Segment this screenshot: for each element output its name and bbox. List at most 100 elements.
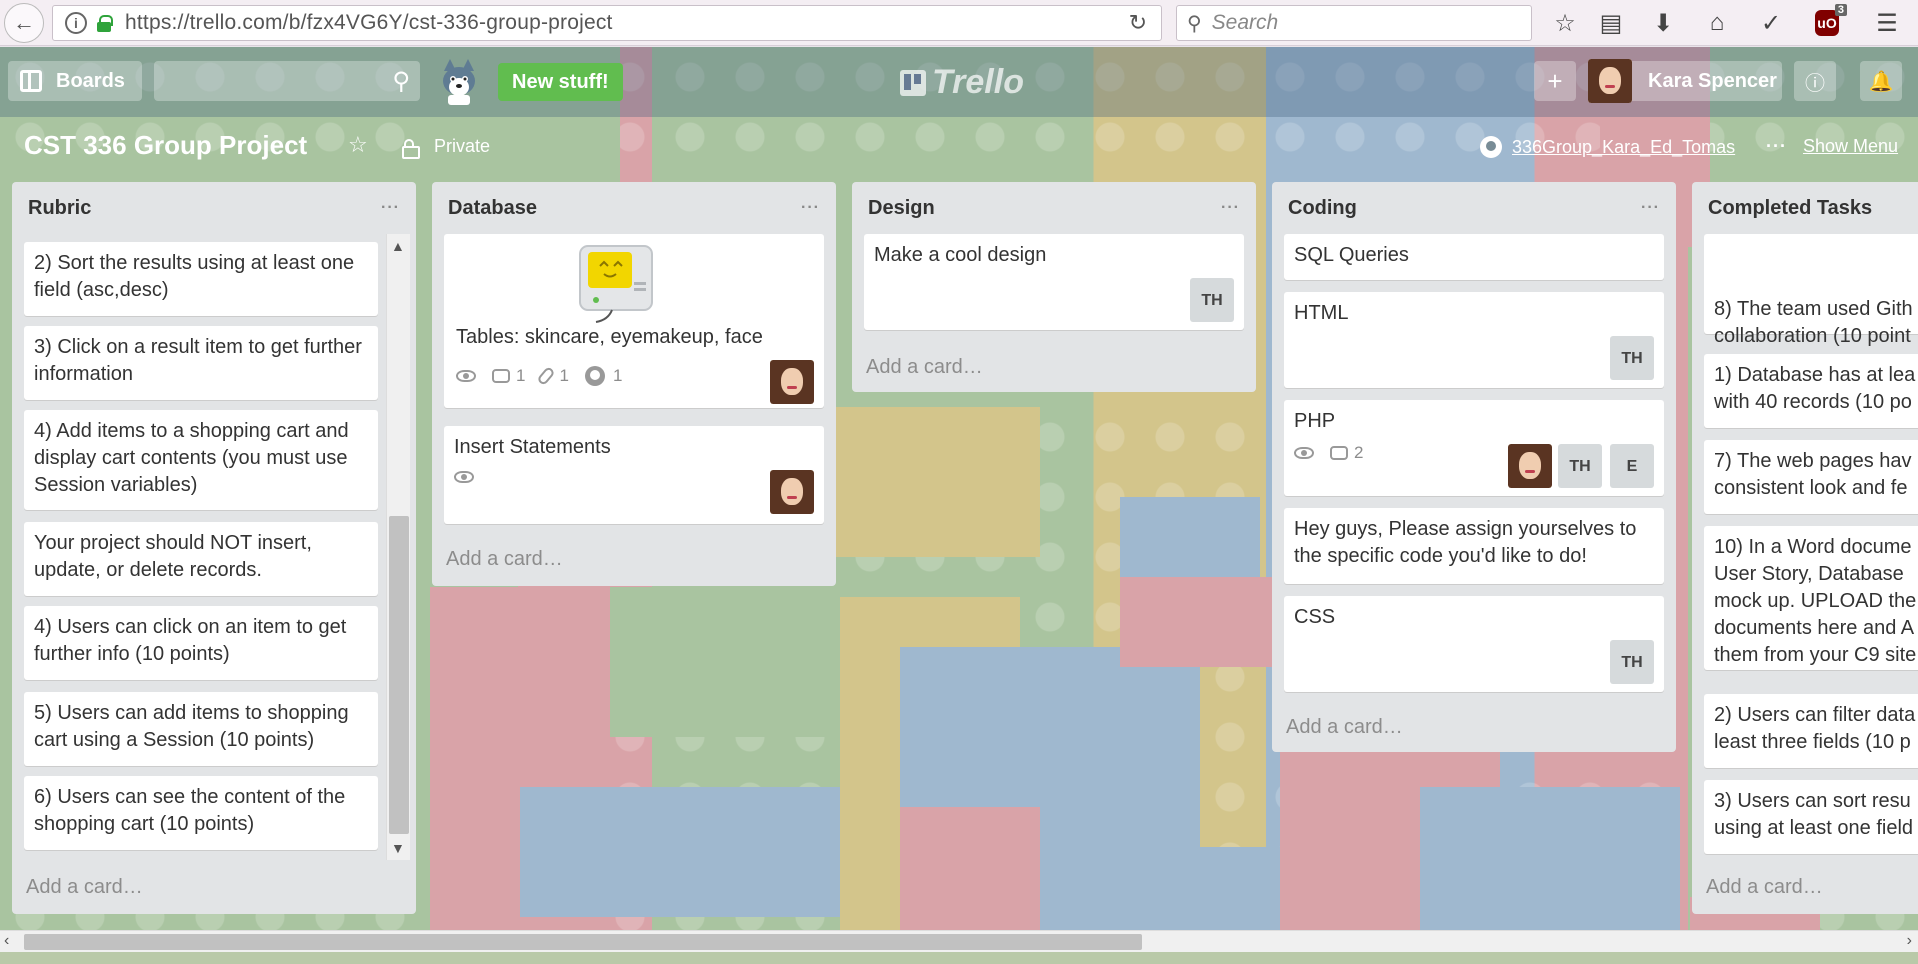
add-card-link[interactable]: Add a card…: [1286, 716, 1403, 739]
member-initials[interactable]: TH: [1610, 640, 1654, 684]
github-badge: 1: [584, 362, 622, 389]
search-icon: ⚲: [1187, 12, 1202, 35]
trello-logo[interactable]: Trello: [900, 63, 1024, 102]
scroll-up-arrow-icon[interactable]: ▲: [391, 238, 405, 254]
back-button[interactable]: ←: [4, 2, 44, 43]
card-title: Make a cool design: [874, 244, 1047, 266]
watch-badge: [456, 369, 476, 382]
more-dots-icon: ···: [1766, 136, 1787, 156]
add-card-link[interactable]: Add a card…: [866, 356, 983, 379]
comment-icon: [1330, 445, 1348, 460]
show-menu-button[interactable]: ··· Show Menu: [1766, 136, 1898, 157]
scroll-right-arrow-icon[interactable]: ›: [1907, 932, 1912, 950]
card[interactable]: 3) Users can sort resu using at least on…: [1704, 780, 1918, 854]
comments-badge: 2: [1330, 439, 1363, 466]
card[interactable]: CSS TH: [1284, 596, 1664, 692]
info-icon[interactable]: ⓘ: [1794, 61, 1836, 101]
pocket-icon[interactable]: ✓: [1756, 8, 1786, 38]
list-title[interactable]: Design: [868, 197, 935, 220]
member-initials[interactable]: TH: [1190, 278, 1234, 322]
notifications-bell-icon[interactable]: 🔔: [1860, 61, 1902, 101]
github-repo-name: 336Group_Kara_Ed_Tomas: [1512, 136, 1736, 157]
scroll-down-arrow-icon[interactable]: ▼: [391, 840, 405, 856]
add-button[interactable]: +: [1534, 61, 1576, 101]
add-card-link[interactable]: Add a card…: [446, 548, 563, 571]
member-avatar[interactable]: [770, 470, 814, 514]
star-board-icon[interactable]: ☆: [348, 132, 368, 158]
card-title: Tables: skincare, eyemakeup, face: [456, 326, 763, 348]
card[interactable]: 4) Users can click on an item to get fur…: [24, 606, 378, 680]
card-with-cover[interactable]: Tables: skincare, eyemakeup, face 1 1 1: [444, 234, 824, 408]
address-bar[interactable]: i https://trello.com/b/fzx4VG6Y/cst-336-…: [52, 5, 1162, 41]
visibility-button[interactable]: Private: [402, 136, 491, 159]
card[interactable]: Make a cool design TH: [864, 234, 1244, 330]
card[interactable]: Insert Statements: [444, 426, 824, 524]
scrollbar-thumb[interactable]: [389, 516, 409, 834]
board-title[interactable]: CST 336 Group Project: [24, 130, 307, 161]
browser-search-input[interactable]: ⚲ Search: [1176, 5, 1532, 41]
downloads-icon[interactable]: ⬇: [1648, 8, 1678, 38]
new-stuff-button[interactable]: New stuff!: [498, 63, 623, 101]
card[interactable]: SQL Queries: [1284, 234, 1664, 280]
list-menu-icon[interactable]: ···: [1641, 199, 1660, 217]
watch-badge: [454, 471, 474, 483]
reload-icon[interactable]: ↻: [1129, 10, 1147, 36]
bookmark-star-icon[interactable]: ☆: [1550, 8, 1580, 38]
list-title[interactable]: Completed Tasks: [1708, 197, 1872, 220]
card[interactable]: 8) The team used Gith collaboration (10 …: [1704, 234, 1918, 431]
search-placeholder: Search: [1211, 11, 1279, 34]
member-initials[interactable]: TH: [1610, 336, 1654, 380]
card-title: 8) The team used Gith collaboration (10 …: [1714, 298, 1913, 347]
card[interactable]: 1) Database has at lea with 40 records (…: [1704, 354, 1918, 428]
member-initials[interactable]: E: [1610, 444, 1654, 488]
secure-lock-icon: [97, 15, 113, 32]
ublock-count: 3: [1834, 4, 1847, 16]
member-initials[interactable]: TH: [1558, 444, 1602, 488]
ublock-icon[interactable]: uO 3: [1812, 4, 1847, 38]
list-menu-icon[interactable]: ···: [801, 199, 820, 217]
github-repo-link[interactable]: 336Group_Kara_Ed_Tomas: [1480, 136, 1735, 158]
site-info-icon[interactable]: i: [65, 12, 87, 34]
card[interactable]: 7) The web pages hav consistent look and…: [1704, 440, 1918, 514]
eye-icon: [456, 369, 476, 382]
list-scrollbar[interactable]: ▲ ▼: [386, 234, 410, 860]
add-card-link[interactable]: Add a card…: [26, 876, 143, 899]
hamburger-menu-icon[interactable]: ☰: [1872, 8, 1902, 38]
user-menu-button[interactable]: Kara Spencer: [1588, 59, 1782, 103]
card[interactable]: 5) Users can add items to shopping cart …: [24, 692, 378, 766]
show-menu-label: Show Menu: [1802, 136, 1899, 156]
comments-badge: 1: [492, 362, 525, 389]
trello-header: Boards ⚲ New stuff! Trello + Kara Spence…: [0, 47, 1918, 117]
header-search-input[interactable]: ⚲: [154, 61, 420, 101]
card[interactable]: PHP 2 TH E: [1284, 400, 1664, 496]
card-badges: 1 1 1: [456, 362, 638, 389]
card[interactable]: Your project should NOT insert, update, …: [24, 522, 378, 596]
card[interactable]: HTML TH: [1284, 292, 1664, 388]
list-menu-icon[interactable]: ···: [381, 199, 400, 217]
taco-mascot-icon[interactable]: [434, 57, 484, 107]
paperclip-icon: [536, 365, 557, 386]
trello-logo-icon: [900, 69, 926, 96]
card[interactable]: 10) In a Word docume User Story, Databas…: [1704, 526, 1918, 670]
boards-button[interactable]: Boards: [8, 61, 142, 101]
list-title[interactable]: Rubric: [28, 197, 91, 220]
card[interactable]: 2) Users can filter data least three fie…: [1704, 694, 1918, 768]
member-avatar[interactable]: [770, 360, 814, 404]
reading-list-icon[interactable]: ▤: [1596, 8, 1626, 38]
card[interactable]: Hey guys, Please assign yourselves to th…: [1284, 508, 1664, 584]
visibility-label: Private: [434, 136, 491, 156]
scroll-left-arrow-icon[interactable]: ‹: [4, 932, 9, 950]
card[interactable]: 2) Sort the results using at least one f…: [24, 242, 378, 316]
list-title[interactable]: Database: [448, 197, 537, 220]
card[interactable]: 3) Click on a result item to get further…: [24, 326, 378, 400]
board-horizontal-scrollbar[interactable]: ‹ ›: [0, 930, 1918, 952]
card[interactable]: 4) Add items to a shopping cart and disp…: [24, 410, 378, 510]
card[interactable]: 6) Users can see the content of the shop…: [24, 776, 378, 850]
board-background-strip: [0, 952, 1918, 964]
list-menu-icon[interactable]: ···: [1221, 199, 1240, 217]
home-icon[interactable]: ⌂: [1702, 8, 1732, 38]
scrollbar-thumb[interactable]: [24, 934, 1142, 950]
member-avatar[interactable]: [1508, 444, 1552, 488]
add-card-link[interactable]: Add a card…: [1706, 876, 1823, 899]
list-title[interactable]: Coding: [1288, 197, 1357, 220]
